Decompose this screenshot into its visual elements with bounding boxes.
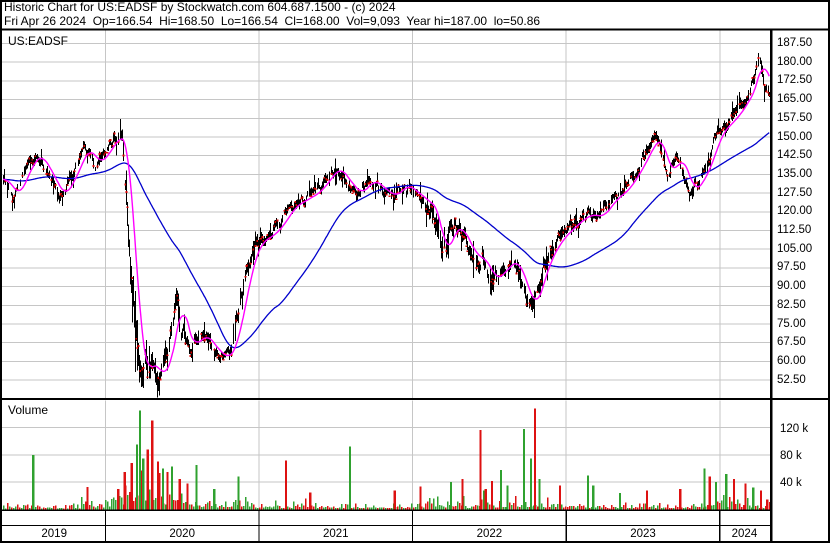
chart-title: Historic Chart for US:EADSF by Stockwatc… (4, 0, 396, 14)
quote-line: Fri Apr 26 2024 Op=166.54 Hi=168.50 Lo=1… (4, 14, 541, 28)
price-axis-tick: 52.50 (777, 373, 806, 386)
price-axis-tick: 180.00 (777, 55, 813, 68)
year-label: 2023 (630, 527, 656, 540)
price-axis-tick: 127.50 (777, 186, 813, 199)
price-axis-tick: 105.00 (777, 242, 813, 255)
price-axis-tick: 60.00 (777, 354, 806, 367)
price-axis-tick: 90.00 (777, 280, 806, 293)
price-axis-tick: 165.00 (777, 93, 813, 106)
price-axis-tick: 187.50 (777, 37, 813, 49)
year-label: 2021 (323, 527, 349, 540)
year-label: 2020 (169, 527, 195, 540)
year-label: 2019 (41, 527, 67, 540)
historic-chart-window: Historic Chart for US:EADSF by Stockwatc… (0, 0, 830, 543)
price-axis-tick: 67.50 (777, 336, 806, 349)
price-axis-tick: 97.50 (777, 261, 806, 274)
year-label: 2022 (476, 527, 503, 540)
price-axis-tick: 112.50 (777, 224, 812, 236)
price-axis-tick: 120.00 (777, 205, 813, 218)
volume-axis-tick: 80 k (780, 449, 802, 462)
price-volume-chart (0, 0, 830, 543)
volume-axis-tick: 120 k (780, 422, 809, 435)
year-label: 2024 (731, 527, 758, 540)
price-axis-tick: 135.00 (777, 167, 813, 180)
price-axis-tick: 172.50 (777, 74, 813, 87)
price-axis-tick: 75.00 (777, 317, 806, 330)
symbol-label: US:EADSF (8, 34, 69, 48)
price-axis-tick: 157.50 (777, 111, 813, 124)
volume-pane-label: Volume (8, 403, 49, 417)
volume-axis-tick: 40 k (780, 477, 802, 490)
price-axis-tick: 150.00 (777, 130, 813, 143)
price-axis-tick: 142.50 (777, 149, 813, 162)
price-axis-tick: 82.50 (777, 298, 806, 311)
